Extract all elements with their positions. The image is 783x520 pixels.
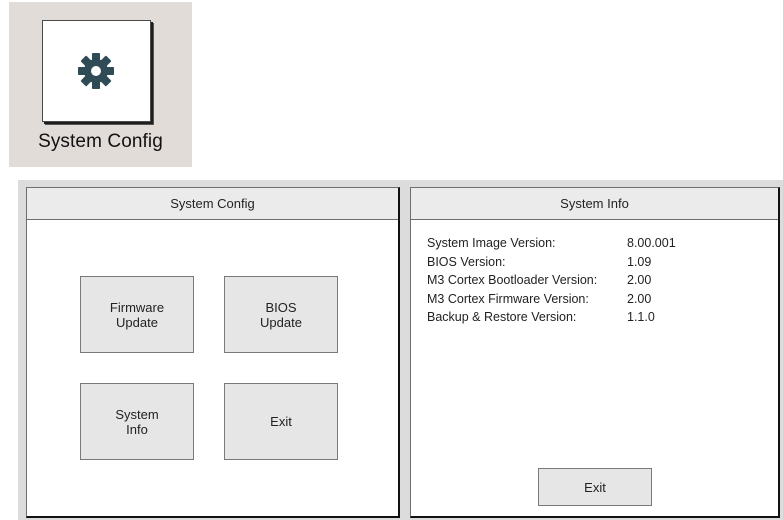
version-row: System Image Version: 8.00.001 [427, 236, 768, 255]
version-label: M3 Cortex Firmware Version: [427, 291, 589, 306]
firmware-update-button[interactable]: Firmware Update [80, 276, 194, 353]
gear-icon [78, 53, 114, 89]
version-value: 2.00 [627, 273, 652, 287]
system-config-panel: System Config Firmware Update BIOS Updat… [26, 187, 400, 518]
app-tile-label: System Config [38, 131, 163, 152]
version-row: M3 Cortex Firmware Version: 2.00 [427, 292, 768, 311]
system-info-button[interactable]: System Info [80, 383, 194, 460]
version-row: M3 Cortex Bootloader Version: 2.00 [427, 273, 768, 292]
config-exit-button-label: Exit [270, 414, 292, 429]
version-value: 1.1.0 [627, 310, 655, 324]
app-tile-icon-box[interactable] [42, 20, 151, 122]
version-label: M3 Cortex Bootloader Version: [427, 273, 598, 287]
firmware-update-button-label: Firmware Update [109, 299, 165, 330]
system-config-app-tile[interactable]: System Config [9, 2, 192, 167]
version-label: BIOS Version: [427, 254, 506, 269]
system-info-button-label: System Info [115, 406, 159, 437]
version-row: BIOS Version: 1.09 [427, 255, 768, 274]
config-exit-button[interactable]: Exit [224, 383, 338, 460]
version-value: 8.00.001 [627, 236, 676, 250]
system-config-panel-title: System Config [27, 188, 398, 220]
version-label: System Image Version: [427, 236, 556, 250]
screen: System Config System Config Firmware Upd… [0, 0, 783, 520]
version-value: 2.00 [627, 291, 652, 306]
bios-update-button[interactable]: BIOS Update [224, 276, 338, 353]
system-info-panel-title: System Info [411, 188, 778, 220]
version-row: Backup & Restore Version: 1.1.0 [427, 310, 768, 329]
info-exit-button[interactable]: Exit [538, 468, 652, 506]
version-info-list: System Image Version: 8.00.001 BIOS Vers… [427, 236, 768, 329]
info-exit-button-label: Exit [584, 479, 606, 495]
version-value: 1.09 [627, 254, 652, 269]
version-label: Backup & Restore Version: [427, 310, 577, 324]
system-info-panel: System Info System Image Version: 8.00.0… [410, 187, 780, 518]
bios-update-button-label: BIOS Update [260, 299, 302, 330]
